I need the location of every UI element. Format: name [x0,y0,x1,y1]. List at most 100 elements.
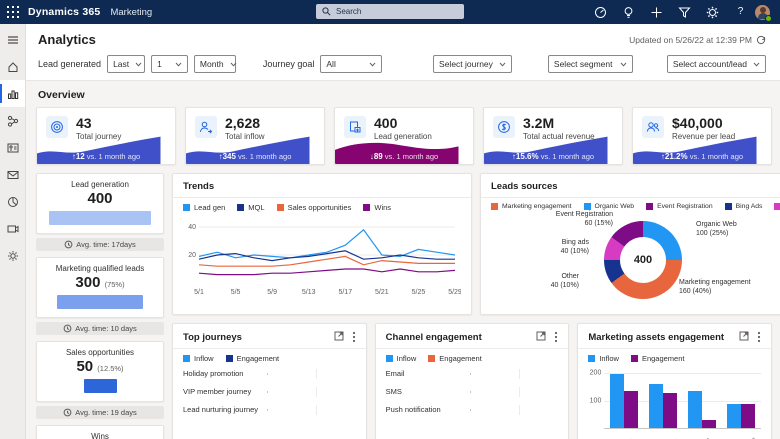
legend-label: Organic Web [594,203,635,210]
svg-text:5/21: 5/21 [375,289,389,296]
select-account-lead-dropdown[interactable]: Select account/lead [666,55,767,73]
range-unit-dropdown[interactable]: Last [107,55,146,73]
legend-label: Inflow [194,354,214,363]
journey-goal-value: All [326,59,336,69]
legend-item-bing-ads: Bing Ads [724,203,762,210]
kpi-delta: ↑21.2% vs. 1 month ago [660,152,744,161]
legend-label: Sales opportunities [287,203,352,212]
bar-row-label: Holiday promotion [183,369,244,378]
assets-bar-chart: 100 200 [588,367,762,429]
legend-item-inflow: Inflow [588,354,619,363]
legend: Inflow Engagement [183,354,356,363]
lead-funnel-column: Lead generation 400 Avg. time: 17days Mar… [36,173,164,439]
legend-swatch [385,355,393,362]
help-icon[interactable]: ? [734,6,747,19]
legend-label: Wins [374,203,392,212]
people-icon [642,116,664,138]
sidebar-item-settings[interactable] [0,242,25,269]
plus-icon[interactable] [650,6,663,19]
bar-group-teams-call [727,404,756,428]
legend-label: Engagement [439,354,482,363]
inflow-bar [649,384,664,428]
legend: Inflow Engagement [385,354,559,363]
bar-row-lead-nurturing-journey: Lead nurturing journey [183,404,356,415]
bar-row-label: Email [385,369,405,378]
sidebar-item-email[interactable] [0,161,25,188]
gauge-icon[interactable] [594,6,607,19]
sidebar-item-analytics[interactable] [0,80,25,107]
kpi-value: 43 [76,115,92,131]
top-bar: Dynamics 365 Marketing Search ? [0,0,780,24]
select-account-lead-value: Select account/lead [672,59,748,69]
select-segment-value: Select segment [553,59,613,69]
lightbulb-icon[interactable] [622,6,635,19]
menu-icon [7,34,19,46]
more-options-icon[interactable] [554,331,558,343]
refresh-icon[interactable] [756,35,766,45]
kpi-label: Total journey [76,131,122,141]
bar-area [267,368,356,379]
search-input[interactable]: Search [316,4,464,19]
filter-icon[interactable] [678,6,691,19]
kpi-card-row: 43 Total journey ↑12 vs. 1 month ago 2,6… [36,107,772,165]
legend-item-marketing-engagement: Marketing engagement [491,203,572,210]
presence-available-dot [765,14,772,22]
kpi-value: 400 [374,115,398,131]
sidebar-item-journey[interactable] [0,107,25,134]
range-unit-value: Last [113,59,130,69]
user-avatar[interactable] [755,4,772,22]
dollar-icon [493,116,515,138]
range-period-dropdown[interactable]: Month [193,55,236,73]
legend-swatch [491,203,498,210]
kpi-label: Lead generation [374,131,432,141]
expand-icon[interactable] [334,331,344,343]
expand-icon[interactable] [739,331,749,343]
journey-goal-dropdown[interactable]: All [320,55,383,73]
legend-swatch [428,355,436,362]
legend-item-organic-web: Organic Web [583,203,635,210]
legend-label: Marketing engagement [502,203,572,210]
more-options-icon[interactable] [757,331,761,343]
gear-icon[interactable] [706,6,719,19]
funnel-stage-sales-opportunities: Sales opportunities 50 (12.5%) [36,341,164,402]
expand-icon[interactable] [536,331,546,343]
legend-item-sales-opportunities: Sales opportunities [276,203,352,212]
funnel-stage-lead-generation: Lead generation 400 [36,173,164,234]
y-tick-label: 200 [589,369,602,377]
app-launcher-icon[interactable] [6,5,20,19]
dynamics-marketing-analytics-screen: Dynamics 365 Marketing Search ? Analytic… [0,0,780,439]
funnel-stage-label: Marketing qualified leads [55,264,145,273]
trends-line-chart: 20 40 5/1 5/5 5/9 5/13 5/17 5/21 5/25 5/29 [183,214,461,296]
sidebar-item-menu[interactable] [0,26,25,53]
legend-swatch [630,355,638,362]
donut-center-total: 400 [620,237,666,283]
legend-item-lead-gen: Lead gen [183,203,225,212]
legend-item-engagement: Engagement [630,354,684,363]
kpi-card-total-inflow: 2,628 Total inflow ↑345 vs. 1 month ago [185,107,325,165]
select-journey-dropdown[interactable]: Select journey [433,55,512,73]
kpi-delta: ↑345 vs. 1 month ago [218,152,292,161]
legend-label: Event Registration [657,203,713,210]
legend-label: Lead gen [194,203,226,212]
leads-sources-donut-chart: 400 Organic Web 100 (25%) Marketing engagem… [491,211,780,308]
engagement-bar [663,392,678,428]
legend-swatch [646,203,654,210]
legend-swatch [183,204,190,211]
search-icon [322,7,331,16]
last-updated: Updated on 5/26/22 at 12:39 PM [629,35,766,45]
bar-row-email: Email [385,368,559,379]
funnel-stage-label: Sales opportunities [65,348,135,357]
sidebar-item-insights[interactable] [0,188,25,215]
select-segment-dropdown[interactable]: Select segment [547,55,633,73]
sidebar-item-home[interactable] [0,53,25,80]
donut-callout-bing-ads: Bing ads 40 (10%) [560,239,589,256]
sidebar-item-contact-card[interactable] [0,134,25,161]
more-options-icon[interactable] [352,331,356,343]
range-count-dropdown[interactable]: 1 [151,55,188,73]
y-tick-label: 100 [589,397,602,405]
funnel-stage-wins: Wins 10 (2.5%) [36,425,164,439]
funnel-stage-value: 50 (12.5%) [76,358,124,375]
svg-text:5/25: 5/25 [412,289,426,296]
sidebar-item-video[interactable] [0,215,25,242]
avg-time-text: Avg. time: 19 days [75,408,137,417]
